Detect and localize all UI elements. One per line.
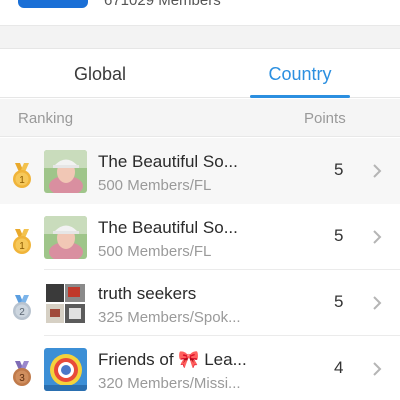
column-header: Ranking Points bbox=[0, 99, 400, 137]
members-count: 671029 Members bbox=[104, 0, 221, 9]
group-meta: 500 Members/FL bbox=[98, 177, 212, 194]
chevron-right-icon bbox=[373, 164, 382, 178]
group-logo bbox=[18, 0, 88, 8]
tab-global[interactable]: Global bbox=[0, 49, 200, 99]
svg-text:1: 1 bbox=[19, 175, 25, 186]
top-header: 671029 Members bbox=[0, 0, 400, 26]
points-value: 5 bbox=[334, 160, 344, 179]
gold-medal-icon: 1 bbox=[13, 229, 31, 254]
svg-text:3: 3 bbox=[19, 373, 25, 384]
group-name: The Beautiful So... bbox=[98, 218, 238, 237]
chevron-right-icon bbox=[373, 362, 382, 376]
ranking-row[interactable]: 3 Friends of 🎀 Lea... 320 Members/Missi.… bbox=[0, 336, 400, 400]
svg-text:1: 1 bbox=[19, 241, 25, 252]
active-tab-indicator bbox=[250, 95, 350, 98]
group-meta: 320 Members/Missi... bbox=[98, 375, 241, 392]
points-value: 5 bbox=[334, 292, 344, 311]
group-name: The Beautiful So... bbox=[98, 152, 238, 171]
tab-country[interactable]: Country bbox=[200, 49, 400, 99]
section-gap bbox=[0, 26, 400, 48]
ranking-row[interactable]: 1 The Beautiful So... 500 Members/FL 5 bbox=[0, 204, 400, 270]
bronze-medal-icon: 3 bbox=[13, 361, 31, 386]
ranking-tabs: Global Country bbox=[0, 48, 400, 98]
svg-text:2: 2 bbox=[19, 307, 25, 318]
ranking-column-label: Ranking bbox=[18, 110, 74, 127]
group-name: Friends of 🎀 Lea... bbox=[98, 350, 247, 369]
ranking-row[interactable]: 1 The Beautiful So... 500 Members/FL 5 bbox=[0, 138, 400, 204]
group-name: truth seekers bbox=[98, 284, 197, 303]
group-meta: 500 Members/FL bbox=[98, 243, 212, 260]
group-avatar bbox=[44, 282, 87, 325]
group-avatar bbox=[44, 216, 87, 259]
points-value: 4 bbox=[334, 358, 344, 377]
chevron-right-icon bbox=[373, 230, 382, 244]
points-value: 5 bbox=[334, 226, 344, 245]
silver-medal-icon: 2 bbox=[13, 295, 31, 320]
points-column-label: Points bbox=[304, 110, 346, 127]
gold-medal-icon: 1 bbox=[13, 163, 31, 188]
chevron-right-icon bbox=[373, 296, 382, 310]
group-avatar bbox=[44, 348, 87, 391]
group-meta: 325 Members/Spok... bbox=[98, 309, 241, 326]
group-avatar bbox=[44, 150, 87, 193]
ranking-row[interactable]: 2 truth seekers 325 Members/Spok... 5 bbox=[0, 270, 400, 336]
